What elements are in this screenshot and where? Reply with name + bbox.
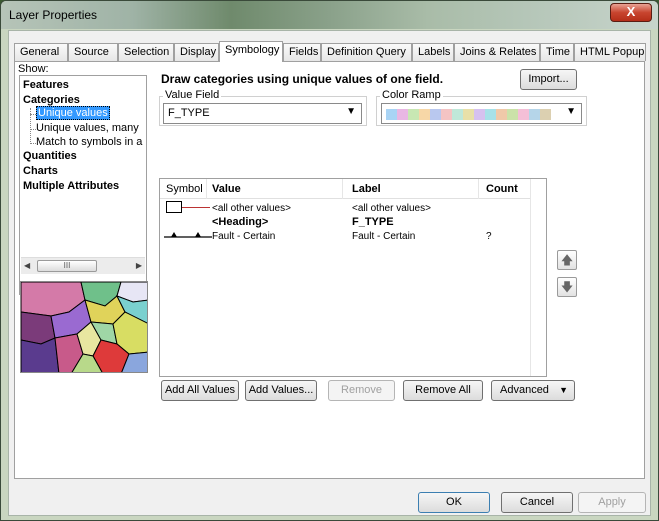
close-button[interactable]: X (610, 3, 652, 22)
color-ramp-label: Color Ramp (380, 89, 443, 101)
move-up-button[interactable]: 🡅 (557, 250, 577, 270)
remove-button[interactable]: Remove (328, 380, 395, 401)
value-field-value: F_TYPE (168, 107, 210, 119)
advanced-button[interactable]: Advanced ▼ (491, 380, 575, 401)
grid-cell-label[interactable]: Fault - Certain (352, 231, 415, 242)
arrow-down-icon: 🡇 (560, 280, 574, 294)
tree-item-features[interactable]: Features (23, 79, 69, 91)
dialog-client: General Source Selection Display Symbolo… (8, 30, 651, 516)
tree-item-match-to-symbols[interactable]: Match to symbols in a (36, 136, 142, 148)
symbol-line (182, 207, 210, 208)
color-ramp-swatch (419, 109, 430, 120)
values-grid: Symbol Value Label Count <all other valu… (159, 178, 547, 377)
tab-definition-query[interactable]: Definition Query (321, 43, 412, 61)
tab-html-popup[interactable]: HTML Popup (574, 43, 646, 61)
symbology-panel: Show: Features Categories Unique values … (14, 61, 645, 479)
color-ramp-swatch (474, 109, 485, 120)
tree-item-unique-values-many[interactable]: Unique values, many (36, 122, 139, 134)
tab-display[interactable]: Display (174, 43, 219, 61)
scroll-right-icon[interactable]: ▶ (136, 261, 142, 270)
grid-cell-value[interactable]: <Heading> (212, 216, 268, 228)
tab-source[interactable]: Source (68, 43, 118, 61)
color-ramp-swatch (408, 109, 419, 120)
col-header-label[interactable]: Label (352, 183, 381, 195)
color-ramp-swatch (397, 109, 408, 120)
color-ramp-dropdown[interactable]: ▼ (381, 103, 582, 124)
col-header-value[interactable]: Value (212, 183, 241, 195)
show-tree: Features Categories Unique values Unique… (19, 75, 147, 295)
tab-time[interactable]: Time (540, 43, 574, 61)
tree-item-quantities[interactable]: Quantities (23, 150, 77, 162)
color-ramp-swatch (430, 109, 441, 120)
value-field-dropdown[interactable]: F_TYPE ▼ (163, 103, 362, 124)
tab-symbology[interactable]: Symbology (219, 41, 283, 62)
chevron-down-icon: ▼ (566, 106, 576, 117)
chevron-down-icon: ▼ (559, 385, 568, 395)
window-title: Layer Properties (9, 8, 98, 22)
symbology-heading: Draw categories using unique values of o… (161, 72, 444, 86)
apply-button[interactable]: Apply (578, 492, 646, 513)
import-button[interactable]: Import... (520, 69, 577, 90)
cancel-button[interactable]: Cancel (501, 492, 573, 513)
tab-labels[interactable]: Labels (412, 43, 454, 61)
scroll-thumb[interactable]: III (37, 260, 97, 272)
remove-all-button[interactable]: Remove All (403, 380, 483, 401)
grid-cell-value[interactable]: Fault - Certain (212, 231, 275, 242)
col-separator (206, 179, 207, 199)
color-ramp-swatch (540, 109, 551, 120)
tab-selection[interactable]: Selection (118, 43, 174, 61)
show-label: Show: (18, 63, 49, 75)
tab-joins-relates[interactable]: Joins & Relates (454, 43, 540, 61)
preview-map-image (21, 282, 147, 372)
tree-item-categories[interactable]: Categories (23, 94, 80, 106)
color-ramp-swatch (529, 109, 540, 120)
color-ramp-swatch (452, 109, 463, 120)
tree-item-charts[interactable]: Charts (23, 165, 58, 177)
advanced-label: Advanced (500, 384, 549, 396)
chevron-down-icon: ▼ (346, 106, 356, 117)
col-separator (478, 179, 479, 199)
tab-fields[interactable]: Fields (283, 43, 321, 61)
move-down-button[interactable]: 🡇 (557, 277, 577, 297)
grid-cell-count: ? (486, 231, 492, 242)
color-ramp-swatch (518, 109, 529, 120)
scroll-left-icon[interactable]: ◀ (24, 261, 30, 270)
tab-general[interactable]: General (14, 43, 68, 61)
grid-cell-value[interactable]: <all other values> (212, 203, 291, 214)
add-values-button[interactable]: Add Values... (245, 380, 317, 401)
col-separator (342, 179, 343, 199)
grid-cell-label[interactable]: F_TYPE (352, 216, 394, 228)
grid-cell-label[interactable]: <all other values> (352, 203, 431, 214)
tree-item-unique-values-label: Unique values (36, 106, 110, 120)
col-header-count[interactable]: Count (486, 183, 518, 195)
color-ramp-swatch (441, 109, 452, 120)
add-all-values-button[interactable]: Add All Values (161, 380, 239, 401)
layer-properties-window: Layer Properties X General Source Select… (0, 0, 659, 521)
color-ramp-swatch (485, 109, 496, 120)
symbol-fill-swatch[interactable] (166, 201, 182, 213)
ok-button[interactable]: OK (418, 492, 490, 513)
grid-vertical-divider (530, 179, 546, 376)
color-ramp-swatch (463, 109, 474, 120)
tree-item-unique-values[interactable]: Unique values (36, 106, 110, 120)
col-header-symbol[interactable]: Symbol (166, 183, 203, 195)
tree-item-multiple-attributes[interactable]: Multiple Attributes (23, 180, 119, 192)
arrow-up-icon: 🡅 (560, 253, 574, 267)
color-ramp-swatch (496, 109, 507, 120)
color-ramp-swatch (386, 109, 397, 120)
color-ramp-swatch (507, 109, 518, 120)
fault-line-symbol-icon[interactable] (164, 230, 212, 240)
grid-header: Symbol Value Label Count (160, 179, 530, 199)
tree-horizontal-scrollbar[interactable]: ◀ III ▶ (21, 257, 145, 274)
symbology-preview-map (20, 281, 148, 373)
value-field-label: Value Field (163, 89, 222, 101)
title-bar: Layer Properties X (1, 1, 658, 29)
